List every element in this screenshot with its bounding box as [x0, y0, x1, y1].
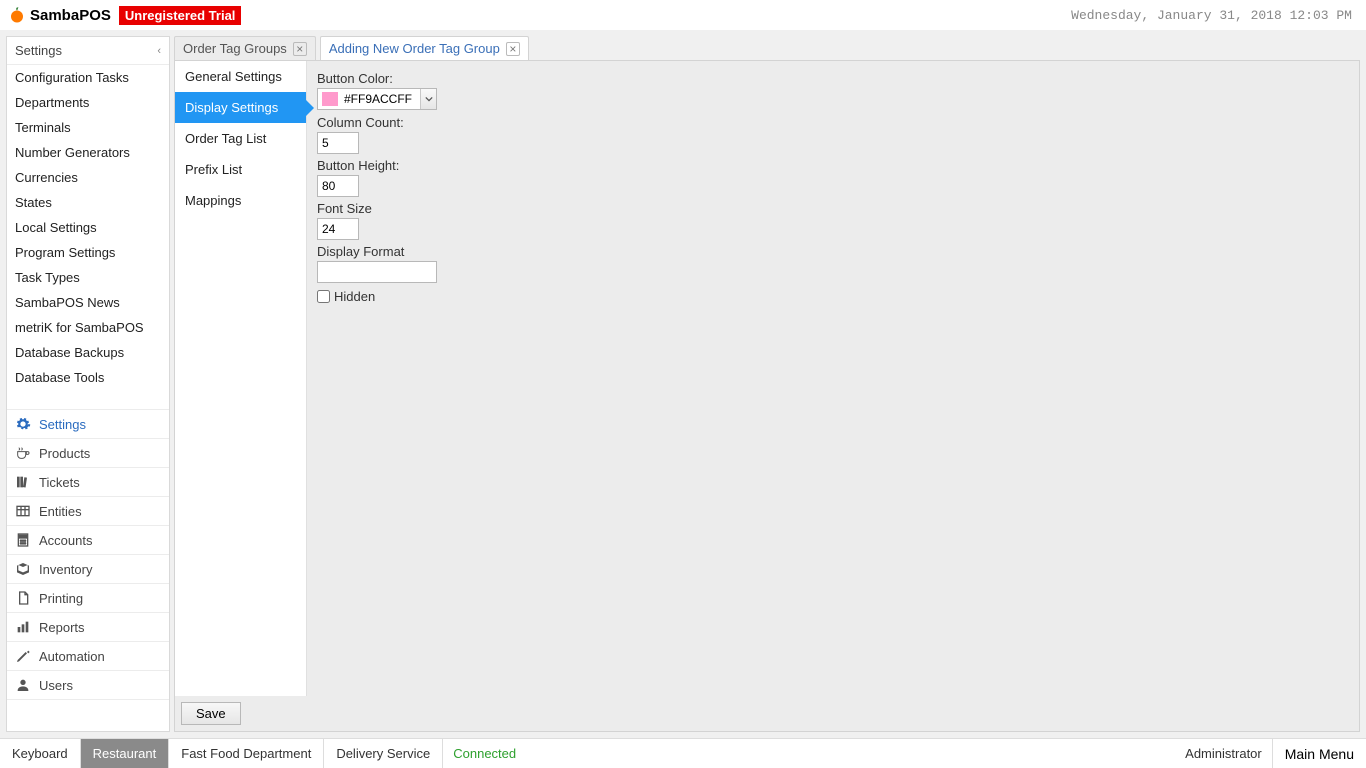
subtab-prefix-list[interactable]: Prefix List	[175, 154, 306, 185]
module-label: Reports	[39, 620, 85, 635]
sidebar-item[interactable]: Database Backups	[7, 340, 169, 365]
button-height-input[interactable]	[317, 175, 359, 197]
button-color-combo[interactable]	[317, 88, 437, 110]
sidebar-item[interactable]: Number Generators	[7, 140, 169, 165]
editor-panel: General Settings Display Settings Order …	[174, 60, 1360, 732]
sidebar-item[interactable]: Departments	[7, 90, 169, 115]
font-size-input[interactable]	[317, 218, 359, 240]
subtab-display-settings[interactable]: Display Settings	[175, 92, 306, 123]
module-entities[interactable]: Entities	[7, 497, 169, 526]
topbar: SambaPOS Unregistered Trial Wednesday, J…	[0, 0, 1366, 30]
sidebar-item[interactable]: Local Settings	[7, 215, 169, 240]
bottom-fast-food[interactable]: Fast Food Department	[169, 739, 324, 768]
user-icon	[15, 677, 31, 693]
module-accounts[interactable]: Accounts	[7, 526, 169, 555]
sidebar-item[interactable]: Database Tools	[7, 365, 169, 390]
module-label: Accounts	[39, 533, 92, 548]
font-size-label: Font Size	[317, 201, 1349, 216]
subtab-order-tag-list[interactable]: Order Tag List	[175, 123, 306, 154]
bottom-delivery[interactable]: Delivery Service	[324, 739, 443, 768]
module-automation[interactable]: Automation	[7, 642, 169, 671]
subtab-general-settings[interactable]: General Settings	[175, 61, 306, 92]
module-printing[interactable]: Printing	[7, 584, 169, 613]
column-count-input[interactable]	[317, 132, 359, 154]
subtab-mappings[interactable]: Mappings	[175, 185, 306, 216]
button-color-input[interactable]	[342, 91, 420, 107]
pencil-icon	[15, 648, 31, 664]
sidebar-item[interactable]: Task Types	[7, 265, 169, 290]
current-user: Administrator	[1175, 739, 1272, 768]
sidebar: Settings ‹ Configuration Tasks Departmen…	[6, 36, 170, 732]
color-swatch	[322, 92, 338, 106]
settings-list: Configuration Tasks Departments Terminal…	[7, 65, 169, 390]
module-tickets[interactable]: Tickets	[7, 468, 169, 497]
sidebar-item[interactable]: metriK for SambaPOS	[7, 315, 169, 340]
close-icon[interactable]: ×	[506, 42, 520, 56]
button-height-label: Button Height:	[317, 158, 1349, 173]
module-settings[interactable]: Settings	[7, 410, 169, 439]
bottom-bar: Keyboard Restaurant Fast Food Department…	[0, 738, 1366, 768]
sidebar-item[interactable]: Currencies	[7, 165, 169, 190]
bottom-keyboard[interactable]: Keyboard	[0, 739, 81, 768]
sidebar-item[interactable]: Configuration Tasks	[7, 65, 169, 90]
module-reports[interactable]: Reports	[7, 613, 169, 642]
save-button[interactable]: Save	[181, 702, 241, 725]
tab-order-tag-groups[interactable]: Order Tag Groups ×	[174, 36, 316, 60]
sidebar-title: Settings	[15, 43, 62, 58]
sidebar-item[interactable]: SambaPOS News	[7, 290, 169, 315]
display-settings-form: Button Color: Column Count:	[307, 61, 1359, 696]
connection-status: Connected	[443, 739, 526, 768]
bottom-restaurant[interactable]: Restaurant	[81, 739, 170, 768]
sidebar-header[interactable]: Settings ‹	[7, 37, 169, 65]
module-list: Settings Products Tickets Entities Accou…	[7, 410, 169, 731]
box-icon	[15, 561, 31, 577]
display-format-input[interactable]	[317, 261, 437, 283]
tab-adding-new-order-tag-group[interactable]: Adding New Order Tag Group ×	[320, 36, 529, 60]
module-label: Settings	[39, 417, 86, 432]
page-icon	[15, 590, 31, 606]
module-users[interactable]: Users	[7, 671, 169, 700]
module-label: Tickets	[39, 475, 80, 490]
module-label: Automation	[39, 649, 105, 664]
column-count-label: Column Count:	[317, 115, 1349, 130]
tab-row: Order Tag Groups × Adding New Order Tag …	[174, 36, 1360, 60]
sidebar-item[interactable]: Program Settings	[7, 240, 169, 265]
display-format-label: Display Format	[317, 244, 1349, 259]
hidden-label[interactable]: Hidden	[334, 289, 375, 304]
hidden-checkbox[interactable]	[317, 290, 330, 303]
logo-icon	[8, 6, 26, 24]
trial-badge: Unregistered Trial	[119, 6, 242, 25]
button-color-label: Button Color:	[317, 71, 1349, 86]
module-label: Products	[39, 446, 90, 461]
bars-icon	[15, 619, 31, 635]
module-label: Users	[39, 678, 73, 693]
module-products[interactable]: Products	[7, 439, 169, 468]
chevron-down-icon[interactable]	[420, 89, 436, 109]
brand: SambaPOS Unregistered Trial	[8, 6, 241, 25]
sidebar-item[interactable]: States	[7, 190, 169, 215]
brand-name: SambaPOS	[30, 7, 111, 24]
datetime-label: Wednesday, January 31, 2018 12:03 PM	[1071, 8, 1358, 23]
collapse-icon[interactable]: ‹	[157, 45, 161, 57]
module-label: Inventory	[39, 562, 92, 577]
calculator-icon	[15, 532, 31, 548]
tab-label: Order Tag Groups	[183, 41, 287, 56]
close-icon[interactable]: ×	[293, 42, 307, 56]
sidebar-item[interactable]: Terminals	[7, 115, 169, 140]
table-icon	[15, 503, 31, 519]
sub-sidebar: General Settings Display Settings Order …	[175, 61, 307, 696]
gear-icon	[15, 416, 31, 432]
books-icon	[15, 474, 31, 490]
module-label: Printing	[39, 591, 83, 606]
coffee-icon	[15, 445, 31, 461]
tab-label: Adding New Order Tag Group	[329, 41, 500, 56]
main-menu-button[interactable]: Main Menu	[1272, 739, 1366, 768]
module-label: Entities	[39, 504, 82, 519]
module-inventory[interactable]: Inventory	[7, 555, 169, 584]
